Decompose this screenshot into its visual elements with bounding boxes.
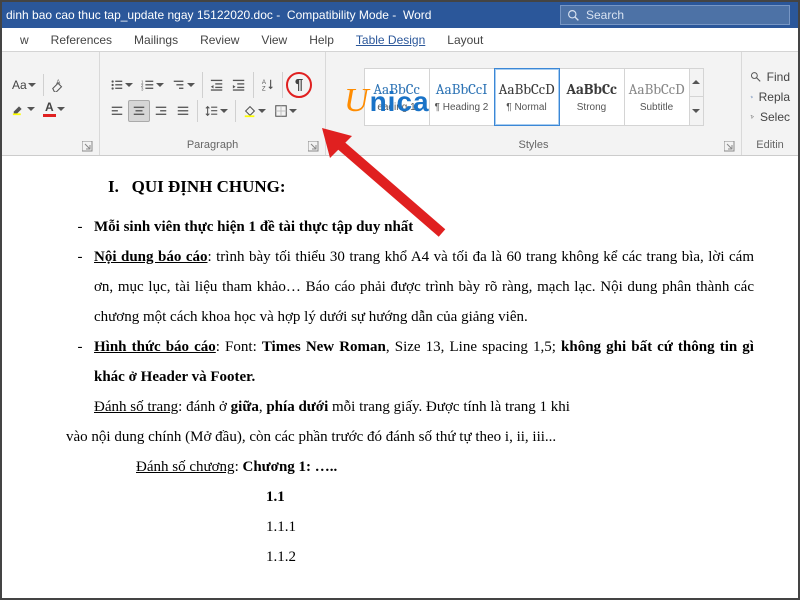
- window-title: dinh bao cao thuc tap_update ngay 151220…: [6, 8, 431, 22]
- replace-button[interactable]: Repla: [748, 88, 792, 106]
- search-box[interactable]: Search: [560, 5, 790, 25]
- borders-button[interactable]: [270, 100, 301, 122]
- ribbon-tabs: w References Mailings Review View Help T…: [2, 28, 798, 52]
- borders-icon: [274, 104, 288, 118]
- font-color-button[interactable]: A: [39, 98, 69, 120]
- tab-references[interactable]: References: [41, 29, 122, 51]
- eraser-icon: A: [51, 78, 65, 92]
- style-heading1[interactable]: AaBbCc eading 1: [364, 68, 430, 126]
- bullet-dash: -: [66, 242, 94, 332]
- align-right-button[interactable]: [150, 100, 172, 122]
- dialog-launcher-icon[interactable]: [308, 141, 319, 152]
- style-subtitle[interactable]: AaBbCcD Subtitle: [624, 68, 690, 126]
- tab-mailings[interactable]: Mailings: [124, 29, 188, 51]
- numbering-button[interactable]: 123: [137, 74, 168, 96]
- style-heading2[interactable]: AaBbCcI ¶ Heading 2: [429, 68, 495, 126]
- search-icon: [567, 9, 580, 22]
- font-group-label: [8, 137, 93, 153]
- paragraph-group-label: Paragraph: [106, 137, 319, 153]
- svg-text:3: 3: [141, 86, 144, 91]
- change-case-button[interactable]: Aa: [8, 74, 40, 96]
- align-left-button[interactable]: [106, 100, 128, 122]
- align-center-button[interactable]: [128, 100, 150, 122]
- styles-group: AaBbCc eading 1 AaBbCcI ¶ Heading 2 AaBb…: [326, 52, 742, 155]
- section-heading: I. QUI ĐỊNH CHUNG:: [108, 170, 754, 204]
- dialog-launcher-icon[interactable]: [82, 141, 93, 152]
- select-button[interactable]: Selec: [748, 108, 792, 126]
- tab-view[interactable]: View: [251, 29, 297, 51]
- sort-button[interactable]: AZ: [257, 74, 279, 96]
- svg-text:Z: Z: [262, 85, 266, 92]
- num-1-1-2: 1.1.2: [266, 542, 754, 572]
- find-icon: [750, 70, 762, 84]
- dialog-launcher-icon[interactable]: [724, 141, 735, 152]
- styles-group-label: Styles: [332, 137, 735, 153]
- document-area[interactable]: I. QUI ĐỊNH CHUNG: - Mỗi sinh viên thực …: [2, 156, 798, 598]
- styles-gallery-more[interactable]: [688, 68, 704, 126]
- find-button[interactable]: Find: [748, 68, 792, 86]
- style-normal[interactable]: AaBbCcD ¶ Normal: [494, 68, 560, 126]
- editing-group-label: Editin: [748, 137, 792, 153]
- bullet-dash: -: [66, 212, 94, 242]
- tab-table-design[interactable]: Table Design: [346, 29, 435, 51]
- paint-bucket-icon: [243, 104, 257, 118]
- font-group: Aa A A: [2, 52, 100, 155]
- show-hide-paragraph-marks-button[interactable]: ¶: [286, 72, 312, 98]
- line-spacing-button[interactable]: [201, 100, 232, 122]
- search-placeholder: Search: [586, 8, 624, 22]
- style-strong[interactable]: AaBbCc Strong: [559, 68, 625, 126]
- bullets-button[interactable]: [106, 74, 137, 96]
- titlebar: dinh bao cao thuc tap_update ngay 151220…: [2, 2, 798, 28]
- ribbon: Unica Aa A A: [2, 52, 798, 156]
- paragraph-group: 123 AZ ¶ Paragraph: [100, 52, 326, 155]
- shading-button[interactable]: [239, 100, 270, 122]
- pnum-line1: Đánh số trang: đánh ở giữa, phía dưới mỗ…: [94, 392, 754, 422]
- increase-indent-button[interactable]: [228, 74, 250, 96]
- bullet-dash: -: [66, 332, 94, 392]
- page-content: I. QUI ĐỊNH CHUNG: - Mỗi sinh viên thực …: [2, 156, 798, 572]
- tab-help[interactable]: Help: [299, 29, 344, 51]
- clear-formatting-button[interactable]: A: [47, 74, 69, 96]
- chapter-line: Đánh số chương: Chương 1: …..: [136, 452, 754, 482]
- highlighter-icon: [12, 102, 26, 116]
- decrease-indent-button[interactable]: [206, 74, 228, 96]
- num-1-1: 1.1: [266, 482, 754, 512]
- replace-icon: [750, 90, 754, 104]
- multilevel-list-button[interactable]: [168, 74, 199, 96]
- highlight-color-button[interactable]: [8, 98, 39, 120]
- li3-text: Hình thức báo cáo: Font: Times New Roman…: [94, 332, 754, 392]
- cursor-icon: [750, 110, 755, 124]
- pnum-line2: vào nội dung chính (Mở đầu), còn các phầ…: [66, 422, 754, 452]
- li1-text: Mỗi sinh viên thực hiện 1 đề tài thực tậ…: [94, 219, 413, 235]
- editing-group: Find Repla Selec Editin: [742, 52, 798, 155]
- tab-partial-left[interactable]: w: [10, 29, 39, 51]
- tab-review[interactable]: Review: [190, 29, 249, 51]
- num-1-1-1: 1.1.1: [266, 512, 754, 542]
- tab-layout[interactable]: Layout: [437, 29, 493, 51]
- li2-text: Nội dung báo cáo: trình bày tối thiểu 30…: [94, 242, 754, 332]
- justify-button[interactable]: [172, 100, 194, 122]
